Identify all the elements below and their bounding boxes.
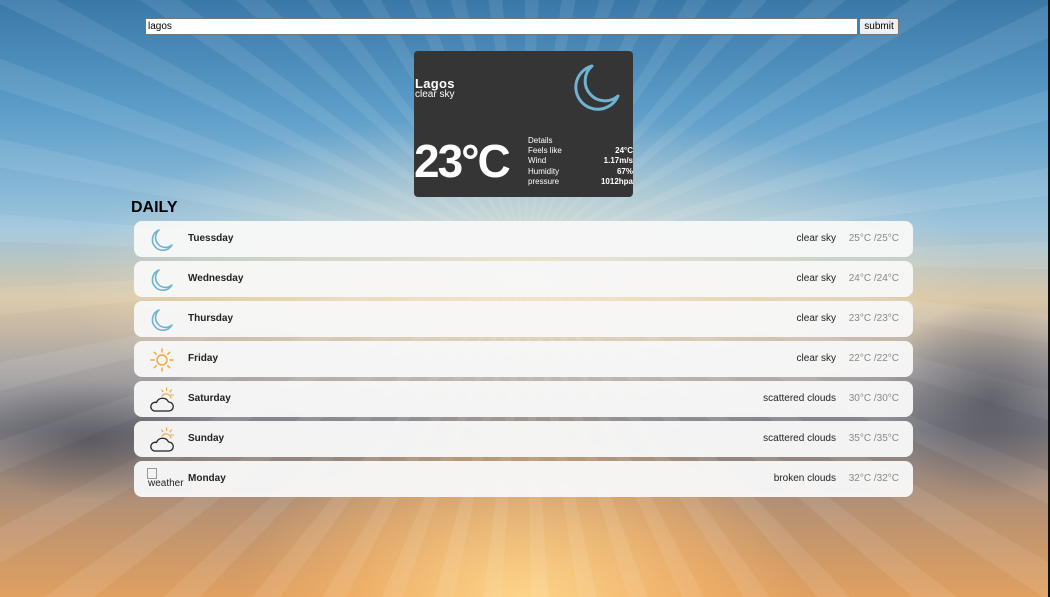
sun-icon: [150, 348, 174, 372]
day-condition: clear sky: [796, 313, 836, 324]
moon-icon: [151, 229, 173, 252]
day-temperature: 22°C /22°C: [848, 353, 899, 364]
day-condition: clear sky: [796, 353, 836, 364]
day-name: Tuessday: [188, 233, 234, 244]
broken-image-icon: weather: [147, 468, 187, 492]
details-panel: Details Feels like 24°C Wind 1.17m/s Hum…: [528, 136, 633, 187]
partly-cloudy-icon: [150, 387, 175, 412]
detail-label: pressure: [528, 176, 560, 186]
day-temperature: 30°C /30°C: [848, 393, 899, 404]
daily-row-tuesday: Tuessday clear sky 25°C /25°C: [134, 221, 913, 257]
current-condition: clear sky: [415, 89, 455, 100]
day-temperature: 32°C /32°C: [848, 473, 899, 484]
detail-label: Humidity: [528, 166, 560, 176]
details-heading: Details: [528, 136, 553, 145]
day-condition: scattered clouds: [763, 433, 836, 444]
day-condition: scattered clouds: [763, 393, 836, 404]
detail-row-wind: Wind 1.17m/s: [528, 156, 633, 166]
moon-icon: [574, 64, 620, 111]
daily-row-friday: Friday clear sky 22°C /22°C: [134, 341, 913, 377]
current-temperature: 23°C: [414, 135, 511, 187]
detail-row-feels-like: Feels like 24°C: [528, 146, 633, 156]
image-alt-text: weather: [148, 478, 184, 489]
current-weather-card: Lagos clear sky 23°C Details Feels like …: [414, 51, 633, 197]
detail-value: 67%: [616, 166, 633, 176]
detail-label: Wind: [528, 156, 547, 166]
detail-value: 1012hpa: [600, 176, 633, 186]
detail-value: 1.17m/s: [603, 156, 633, 166]
daily-row-sunday: Sunday scattered clouds 35°C /35°C: [134, 421, 913, 457]
submit-button[interactable]: submit: [859, 18, 899, 35]
moon-icon: [151, 309, 173, 332]
daily-row-saturday: Saturday scattered clouds 30°C /30°C: [134, 381, 913, 417]
daily-heading: DAILY: [131, 199, 178, 216]
day-name: Thursday: [188, 313, 234, 324]
day-name: Friday: [188, 353, 219, 364]
detail-row-pressure: pressure 1012hpa: [528, 177, 633, 187]
day-condition: clear sky: [796, 273, 836, 284]
search-input[interactable]: [145, 18, 858, 35]
partly-cloudy-icon: [150, 427, 175, 452]
day-name: Wednesday: [188, 273, 244, 284]
day-temperature: 24°C /24°C: [848, 273, 899, 284]
day-condition: clear sky: [796, 233, 836, 244]
day-temperature: 35°C /35°C: [848, 433, 899, 444]
day-temperature: 25°C /25°C: [848, 233, 899, 244]
day-name: Monday: [188, 473, 226, 484]
detail-row-humidity: Humidity 67%: [528, 167, 633, 177]
daily-row-monday: weather Monday broken clouds 32°C /32°C: [134, 461, 913, 497]
detail-label: Feels like: [528, 146, 562, 156]
daily-row-thursday: Thursday clear sky 23°C /23°C: [134, 301, 913, 337]
search-form: submit: [145, 18, 900, 37]
moon-icon: [151, 269, 173, 292]
detail-value: 24°C: [615, 146, 633, 156]
day-name: Sunday: [188, 433, 225, 444]
daily-row-wednesday: Wednesday clear sky 24°C /24°C: [134, 261, 913, 297]
day-name: Saturday: [188, 393, 231, 404]
day-condition: broken clouds: [773, 473, 836, 484]
day-temperature: 23°C /23°C: [848, 313, 899, 324]
